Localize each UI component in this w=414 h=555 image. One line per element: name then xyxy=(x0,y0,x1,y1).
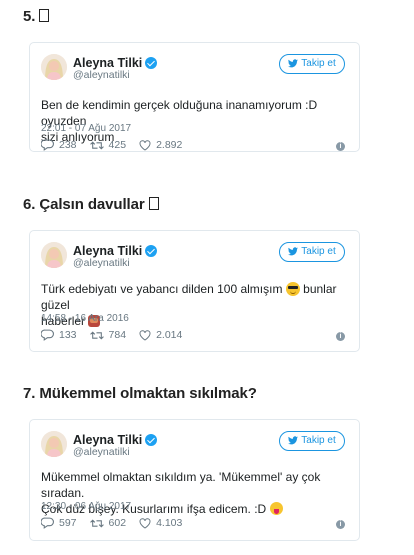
like-action[interactable]: 4.103 xyxy=(139,517,182,529)
reply-count: 238 xyxy=(59,139,77,151)
reply-count: 597 xyxy=(59,517,77,529)
like-count: 2.014 xyxy=(156,329,183,341)
reply-icon xyxy=(41,139,54,151)
tweet-card[interactable]: Aleyna Tilki @aleynatilki Takip et Mükem… xyxy=(29,419,360,541)
twitter-bird-icon xyxy=(288,436,299,445)
follow-button[interactable]: Takip et xyxy=(279,54,345,74)
section-title-7: 7. Mükemmel olmaktan sıkılmak? xyxy=(23,385,257,402)
avatar[interactable] xyxy=(41,54,67,80)
missing-glyph-icon xyxy=(148,197,159,210)
section-title-text: 5. xyxy=(23,8,36,25)
reply-action[interactable]: 238 xyxy=(41,139,77,151)
tweet-text-line: Türk edebiyatı ve yabancı dilden 100 alm… xyxy=(41,282,283,296)
sunglasses-emoji-icon xyxy=(285,282,300,296)
tweet-text: Ben de kendimin gerçek olduğuna inanamıy… xyxy=(41,97,345,145)
tweet-timestamp[interactable]: 12:30 - 06 Ağu 2017 xyxy=(41,501,131,512)
retweet-action[interactable]: 425 xyxy=(89,139,127,151)
follow-button[interactable]: Takip et xyxy=(279,431,345,451)
reply-count: 133 xyxy=(59,329,77,341)
verified-badge-icon xyxy=(145,245,158,257)
missing-glyph-icon xyxy=(39,9,50,22)
tweet-text-line: Mükemmel olmaktan sıkıldım ya. 'Mükemmel… xyxy=(41,470,321,500)
tweet-actions: 597 602 4.103 xyxy=(41,517,195,529)
retweet-count: 784 xyxy=(108,329,127,341)
section-title-6: 6. Çalsın davullar xyxy=(23,196,159,213)
retweet-action[interactable]: 784 xyxy=(89,329,127,341)
author-name[interactable]: Aleyna Tilki xyxy=(73,244,142,258)
retweet-action[interactable]: 602 xyxy=(89,517,127,529)
follow-button[interactable]: Takip et xyxy=(279,242,345,262)
tweet-card[interactable]: Aleyna Tilki @aleynatilki Takip et Türk … xyxy=(29,230,360,352)
reply-icon xyxy=(41,329,54,341)
like-action[interactable]: 2.014 xyxy=(139,329,182,341)
twitter-bird-icon xyxy=(288,247,299,256)
tweet-card[interactable]: Aleyna Tilki @aleynatilki Takip et Ben d… xyxy=(29,42,360,152)
author-handle[interactable]: @aleynatilki xyxy=(73,446,130,458)
tweet-actions: 133 784 2.014 xyxy=(41,329,195,341)
follow-label: Takip et xyxy=(301,435,336,446)
verified-badge-icon xyxy=(145,434,158,446)
like-count: 2.892 xyxy=(156,139,183,151)
follow-label: Takip et xyxy=(301,58,336,69)
heart-icon xyxy=(139,329,151,341)
reply-icon xyxy=(41,517,54,529)
heart-icon xyxy=(139,139,151,151)
verified-badge-icon xyxy=(145,57,158,69)
retweet-icon xyxy=(89,519,104,527)
retweet-count: 602 xyxy=(108,517,127,529)
twitter-bird-icon xyxy=(288,59,299,68)
info-icon[interactable]: i xyxy=(336,332,345,341)
info-icon[interactable]: i xyxy=(336,520,345,529)
avatar[interactable] xyxy=(41,242,67,268)
author-name[interactable]: Aleyna Tilki xyxy=(73,56,142,70)
heart-icon xyxy=(139,517,151,529)
retweet-count: 425 xyxy=(108,139,127,151)
avatar[interactable] xyxy=(41,431,67,457)
tweet-actions: 238 425 2.892 xyxy=(41,139,195,151)
retweet-icon xyxy=(89,141,104,149)
section-title-text: 7. Mükemmel olmaktan sıkılmak? xyxy=(23,385,257,402)
retweet-icon xyxy=(89,331,104,339)
author-handle[interactable]: @aleynatilki xyxy=(73,69,130,81)
reply-action[interactable]: 597 xyxy=(41,517,77,529)
reply-action[interactable]: 133 xyxy=(41,329,77,341)
author-handle[interactable]: @aleynatilki xyxy=(73,257,130,269)
like-action[interactable]: 2.892 xyxy=(139,139,182,151)
like-count: 4.103 xyxy=(156,517,183,529)
author-name[interactable]: Aleyna Tilki xyxy=(73,433,142,447)
info-icon[interactable]: i xyxy=(336,142,345,151)
follow-label: Takip et xyxy=(301,246,336,257)
section-title-5: 5. xyxy=(23,8,50,25)
section-title-text: 6. Çalsın davullar xyxy=(23,196,145,213)
tweet-timestamp[interactable]: 22:01 - 07 Ağu 2017 xyxy=(41,123,131,134)
tongue-emoji-icon xyxy=(269,502,283,515)
tweet-timestamp[interactable]: 14:58 - 16 Ara 2016 xyxy=(41,313,129,324)
